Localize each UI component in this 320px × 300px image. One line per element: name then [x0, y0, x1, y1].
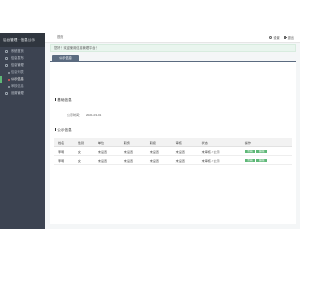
- table-cell: 李明: [54, 155, 74, 165]
- logout-icon: [283, 36, 287, 39]
- dot-icon: [8, 71, 10, 74]
- table-cell: 未审核 / 公示: [197, 155, 241, 165]
- view-button[interactable]: 查看: [244, 158, 256, 163]
- sidebar-item-public[interactable]: 公示信息: [0, 76, 45, 83]
- action-buttons: 查看 编辑: [244, 149, 267, 154]
- table-row: 李明 女 未设置 未设置 未设置 未设置 未审核 / 公示 查看 编辑: [54, 146, 292, 156]
- table-cell: 未设置: [119, 155, 146, 165]
- exit-label: 退出: [287, 36, 294, 40]
- settings-label: 设置: [273, 36, 280, 40]
- edit-icon: [5, 57, 8, 60]
- table-cell: 未设置: [145, 146, 172, 156]
- sidebar-item-review[interactable]: 审核信息: [0, 83, 45, 90]
- table-cell: 女: [73, 146, 94, 156]
- table-header-row: 姓名 性别 单位 职务 职级 审核 状态 操作: [54, 138, 292, 147]
- tab-bar: 公示信息: [50, 54, 296, 62]
- folder-icon: [5, 64, 8, 67]
- table-row: 李明 女 未设置 未设置 未设置 未设置 未审核 / 公示 查看 编辑: [54, 155, 292, 165]
- welcome-notice: 您好！欢迎使用信息管理平台！: [50, 44, 296, 52]
- column-header: 性别: [73, 138, 94, 147]
- column-header: 审核: [171, 138, 198, 147]
- action-buttons: 查看 编辑: [244, 158, 267, 163]
- topbar: 首页 设置 退出: [45, 33, 300, 43]
- actions-cell: 查看 编辑: [240, 146, 292, 156]
- breadcrumb[interactable]: 首页: [57, 33, 63, 42]
- edit-button[interactable]: 编辑: [255, 149, 267, 154]
- table-cell: 未设置: [171, 155, 198, 165]
- table-cell: 女: [73, 155, 94, 165]
- section-records-title: 公示信息: [55, 128, 72, 132]
- section-basic-title: 基础信息: [55, 98, 72, 102]
- column-header: 姓名: [54, 138, 74, 147]
- content-card: 基础信息 公示时间： 2021-03-01 公示信息 姓名 性别 单位 职务 职…: [50, 62, 296, 224]
- table-cell: 未设置: [119, 146, 146, 156]
- view-button[interactable]: 查看: [244, 149, 256, 154]
- tab-public-info[interactable]: 公示信息: [52, 55, 79, 61]
- sidebar-item-home[interactable]: 系统首页: [0, 48, 45, 55]
- field-value: 2021-03-01: [86, 113, 102, 117]
- sidebar-item-manage[interactable]: 信息管理: [0, 62, 45, 69]
- sidebar-item-label: 设置管理: [11, 91, 24, 95]
- app-brand: 后台管理 · 信息公示: [0, 33, 45, 47]
- sidebar-item-label: 系统首页: [11, 49, 24, 53]
- actions-cell: 查看 编辑: [240, 155, 292, 165]
- field-label: 公示时间：: [67, 113, 83, 117]
- exit-button[interactable]: 退出: [283, 35, 294, 40]
- table-cell: 未设置: [171, 146, 198, 156]
- table-cell: 未审核 / 公示: [197, 146, 241, 156]
- sidebar-item-label: 信息管理: [11, 63, 24, 67]
- table-cell: 未设置: [93, 146, 120, 156]
- sidebar-item-list[interactable]: 信息列表: [0, 69, 45, 76]
- home-icon: [5, 50, 8, 53]
- dot-icon: [8, 78, 10, 81]
- column-header: 操作: [240, 138, 292, 147]
- table-cell: 未设置: [93, 155, 120, 165]
- section-marker: [55, 128, 56, 132]
- sidebar-item-label: 公示信息: [11, 77, 24, 81]
- table-cell: 李明: [54, 146, 74, 156]
- sidebar-nav: 系统首页 信息发布 信息管理 信息列表 公示信息 审核信息 设置管理: [0, 48, 45, 97]
- gear-icon: [5, 92, 8, 95]
- column-header: 职务: [119, 138, 146, 147]
- sidebar: 后台管理 · 信息公示 系统首页 信息发布 信息管理 信息列表 公示信息 审核信…: [0, 33, 45, 229]
- section-marker: [55, 98, 56, 102]
- column-header: 状态: [197, 138, 241, 147]
- sidebar-item-label: 信息发布: [11, 56, 24, 60]
- table-cell: 未设置: [145, 155, 172, 165]
- sidebar-item-settings[interactable]: 设置管理: [0, 90, 45, 97]
- edit-button[interactable]: 编辑: [255, 158, 267, 163]
- sidebar-item-publish[interactable]: 信息发布: [0, 55, 45, 62]
- column-header: 单位: [93, 138, 120, 147]
- settings-button[interactable]: 设置: [269, 35, 280, 40]
- sidebar-item-label: 审核信息: [11, 84, 24, 88]
- sidebar-item-label: 信息列表: [11, 70, 24, 74]
- dot-icon: [8, 85, 10, 88]
- top-actions: 设置 退出: [269, 33, 294, 42]
- records-table: 姓名 性别 单位 职务 职级 审核 状态 操作 李明 女 未设置 未设置 未设置…: [54, 138, 292, 165]
- column-header: 职级: [145, 138, 172, 147]
